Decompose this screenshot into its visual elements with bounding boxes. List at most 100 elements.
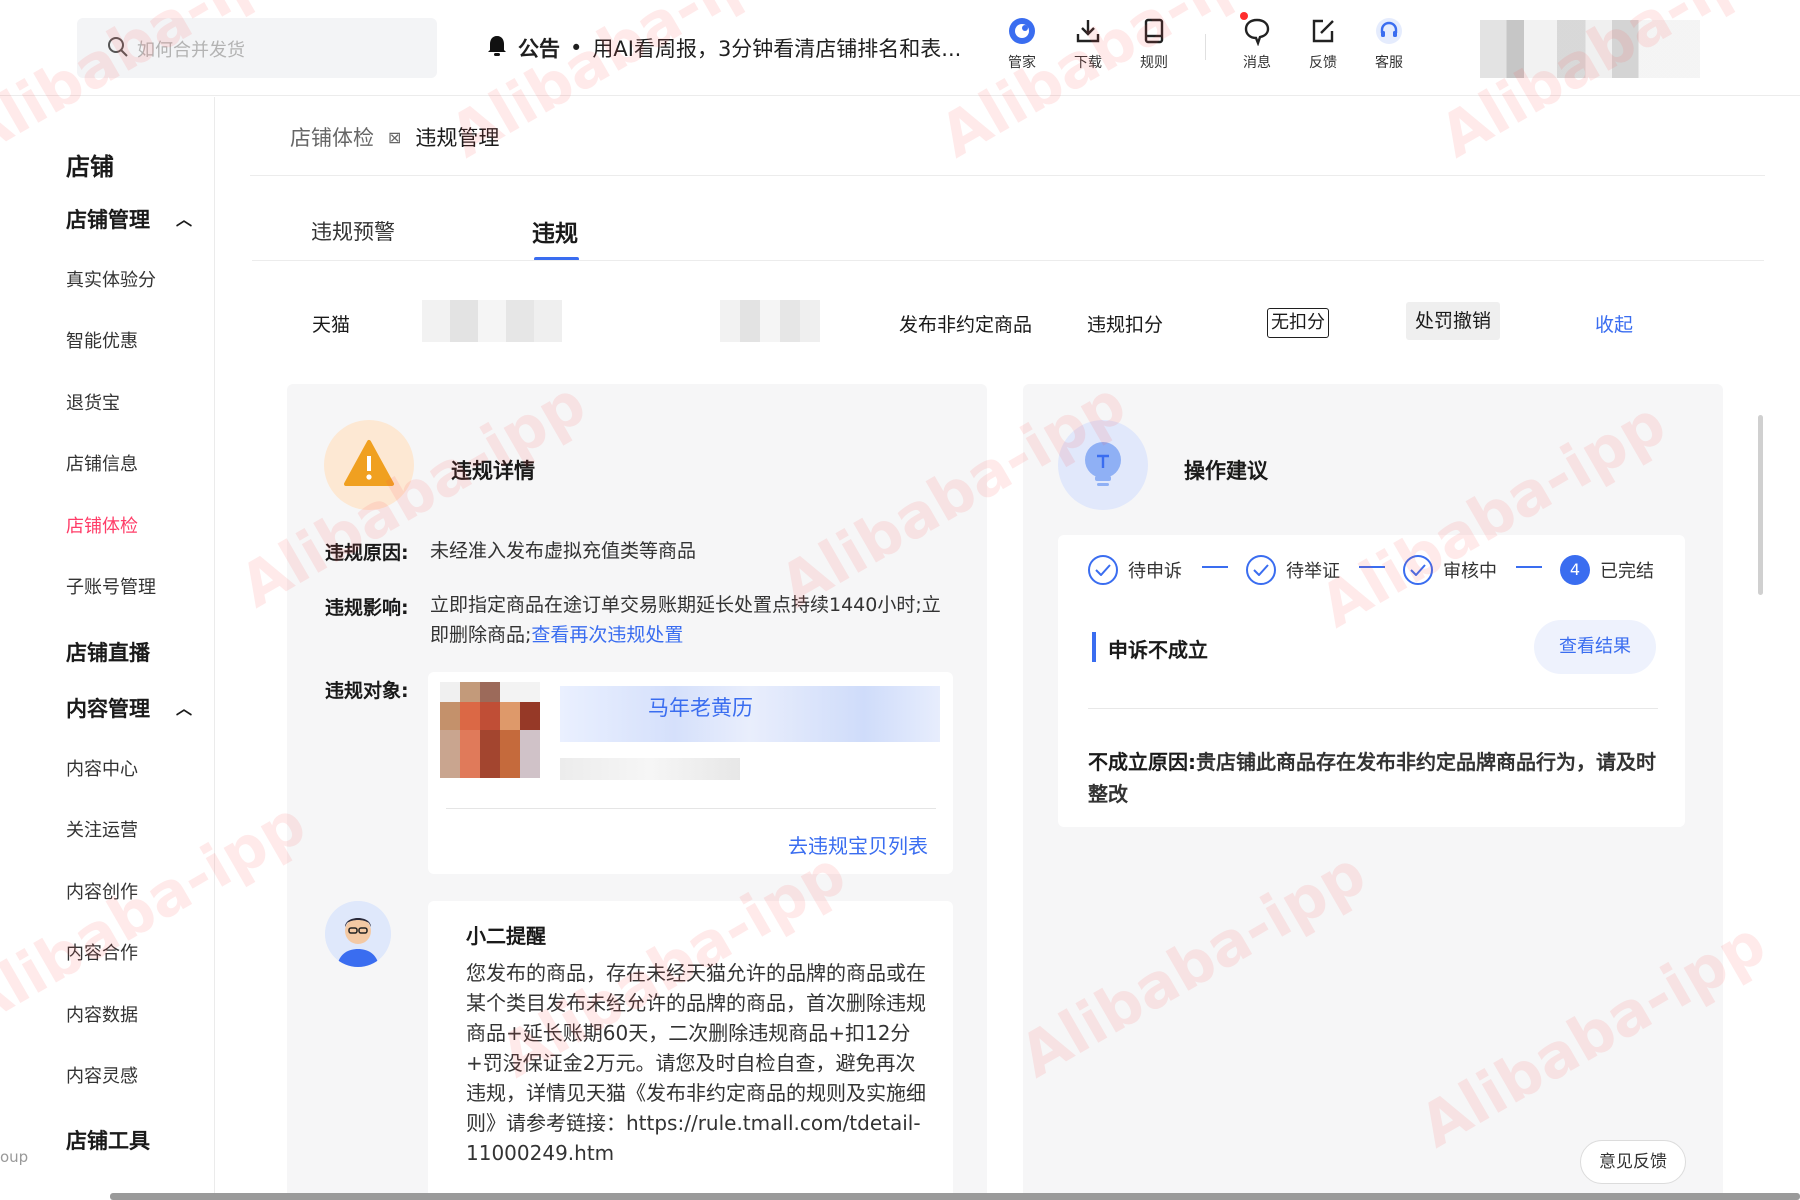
announcement-bar[interactable]: 公告 • 用AI看周报，3分钟看清店铺排名和表... xyxy=(486,30,961,66)
deduct-label: 违规扣分 xyxy=(1087,314,1164,336)
feedback-button[interactable]: 意见反馈 xyxy=(1580,1140,1686,1184)
reminder-title: 小二提醒 xyxy=(466,924,546,948)
top-header: 如何合并发货 公告 • 用AI看周报，3分钟看清店铺排名和表... 管家 下载 … xyxy=(0,0,1800,96)
step-reviewing: 审核中 xyxy=(1403,555,1497,585)
step-label: 待申诉 xyxy=(1128,561,1182,582)
tab-violation[interactable]: 违规 xyxy=(532,214,578,248)
download-label: 下载 xyxy=(1074,55,1102,71)
reason-value: 未经准入发布虚拟充值类等商品 xyxy=(430,540,697,562)
breadcrumb-parent[interactable]: 店铺体检 xyxy=(290,122,374,152)
sidebar-item-smart-discount[interactable]: 智能优惠 xyxy=(66,327,138,353)
assistant-label: 管家 xyxy=(1008,55,1036,71)
step-connector xyxy=(1202,566,1228,568)
violation-summary-row: 天猫 发布非约定商品 违规扣分 无扣分 处罚撤销 收起 xyxy=(312,300,1712,342)
download-button[interactable]: 下载 xyxy=(1058,16,1118,80)
book-icon xyxy=(1124,16,1184,46)
step-connector xyxy=(1516,566,1542,568)
view-result-button[interactable]: 查看结果 xyxy=(1534,620,1656,674)
blurred-value xyxy=(422,300,562,342)
result-accent-bar xyxy=(1092,632,1096,662)
rules-label: 规则 xyxy=(1140,55,1168,71)
header-divider xyxy=(1205,34,1206,60)
sidebar-item-content-data[interactable]: 内容数据 xyxy=(66,1001,138,1027)
chevron-up-icon[interactable]: ︿ xyxy=(176,206,192,230)
assistant-icon xyxy=(992,16,1052,46)
breadcrumb-current: 违规管理 xyxy=(415,126,500,150)
search-icon xyxy=(107,36,129,62)
detail-title: 违规详情 xyxy=(451,459,535,483)
download-icon xyxy=(1058,16,1118,46)
step-label: 审核中 xyxy=(1443,561,1497,582)
sidebar-section-content-manage[interactable]: 内容管理 ︿ xyxy=(66,693,192,723)
breadcrumb: 店铺体检 ⊠ 违规管理 xyxy=(290,122,499,152)
collapse-link[interactable]: 收起 xyxy=(1595,310,1633,337)
product-title-link[interactable]: 马年老黄历 xyxy=(648,692,753,722)
step-number: 4 xyxy=(1560,555,1590,585)
messages-button[interactable]: 消息 xyxy=(1227,16,1287,80)
sidebar-section-shop-manage[interactable]: 店铺管理 ︿ xyxy=(66,204,192,234)
check-icon xyxy=(1088,555,1118,585)
breadcrumb-separator-icon: ⊠ xyxy=(388,127,402,147)
sidebar-item-shop-tools[interactable]: 店铺工具 xyxy=(66,1125,150,1155)
divider xyxy=(250,175,1765,176)
divider xyxy=(446,808,936,809)
sidebar-item-shop-checkup[interactable]: 店铺体检 xyxy=(66,512,138,538)
chat-icon xyxy=(1227,16,1287,46)
violation-type: 发布非约定商品 xyxy=(899,314,1033,336)
cut-off-text: oup xyxy=(0,1148,29,1166)
sidebar-section-label: 店铺管理 xyxy=(66,208,150,232)
step-pending-appeal: 待申诉 xyxy=(1088,555,1182,585)
rejection-reason-label: 不成立原因: xyxy=(1088,750,1196,774)
separator-dot: • xyxy=(570,36,583,60)
reoffense-link[interactable]: 查看再次违规处置 xyxy=(531,624,683,646)
impact-value: 立即指定商品在途订单交易账期延长处置点持续1440小时;立即删除商品; xyxy=(430,594,941,646)
chevron-up-icon[interactable]: ︿ xyxy=(176,695,192,719)
feedback-header-button[interactable]: 反馈 xyxy=(1293,16,1353,80)
tab-divider xyxy=(252,260,1764,261)
sidebar-item-content-create[interactable]: 内容创作 xyxy=(66,878,138,904)
check-icon xyxy=(1246,555,1276,585)
bell-icon xyxy=(486,34,508,63)
violation-items-link[interactable]: 去违规宝贝列表 xyxy=(788,830,928,859)
step-completed: 4 已完结 xyxy=(1560,555,1654,585)
impact-block: 立即指定商品在途订单交易账期延长处置点持续1440小时;立即删除商品;查看再次违… xyxy=(430,590,950,650)
rules-button[interactable]: 规则 xyxy=(1124,16,1184,80)
sidebar-item-return-insurance[interactable]: 退货宝 xyxy=(66,389,120,415)
search-input[interactable]: 如何合并发货 xyxy=(77,18,437,78)
horizontal-scrollbar[interactable] xyxy=(110,1193,1800,1200)
sidebar-item-shop-live[interactable]: 店铺直播 xyxy=(66,637,150,667)
sidebar-item-content-center[interactable]: 内容中心 xyxy=(66,755,138,781)
announcement-label: 公告 xyxy=(518,37,560,61)
impact-label: 违规影响: xyxy=(325,597,409,619)
product-thumbnail-part xyxy=(440,682,540,702)
announcement-text[interactable]: 用AI看周报，3分钟看清店铺排名和表... xyxy=(592,33,961,63)
step-pending-evidence: 待举证 xyxy=(1246,555,1340,585)
customer-service-label: 客服 xyxy=(1375,55,1403,71)
vertical-scrollbar[interactable] xyxy=(1758,415,1763,595)
reason-label: 违规原因: xyxy=(325,542,409,564)
reminder-text: 您发布的商品，存在未经天猫允许的品牌的商品或在某个类目发布未经允许的品牌的商品，… xyxy=(466,961,926,1165)
sidebar-item-content-inspiration[interactable]: 内容灵感 xyxy=(66,1062,138,1088)
step-label: 已完结 xyxy=(1600,561,1654,582)
product-thumbnail-part xyxy=(440,730,540,778)
divider xyxy=(1088,708,1658,709)
sidebar-item-follow-ops[interactable]: 关注运营 xyxy=(66,816,138,842)
assistant-button[interactable]: 管家 xyxy=(992,16,1052,80)
search-placeholder: 如何合并发货 xyxy=(137,40,245,61)
headset-icon xyxy=(1359,16,1419,46)
user-avatar-blurred[interactable] xyxy=(1480,20,1700,78)
step-connector xyxy=(1359,566,1385,568)
sidebar: 店铺 店铺管理 ︿ 真实体验分 智能优惠 退货宝 店铺信息 店铺体检 子账号管理… xyxy=(0,97,215,1200)
sidebar-item-content-coop[interactable]: 内容合作 xyxy=(66,939,138,965)
platform-label: 天猫 xyxy=(312,314,351,336)
tab-violation-warning[interactable]: 违规预警 xyxy=(311,216,395,246)
edit-icon xyxy=(1293,16,1353,46)
sidebar-group-shop: 店铺 xyxy=(66,153,114,181)
sidebar-item-sub-accounts[interactable]: 子账号管理 xyxy=(66,573,156,599)
customer-service-button[interactable]: 客服 xyxy=(1359,16,1419,80)
messages-label: 消息 xyxy=(1243,55,1271,71)
sidebar-item-experience-score[interactable]: 真实体验分 xyxy=(66,266,156,292)
object-label: 违规对象: xyxy=(325,680,409,702)
result-title: 申诉不成立 xyxy=(1108,638,1208,662)
sidebar-item-shop-info[interactable]: 店铺信息 xyxy=(66,450,138,476)
